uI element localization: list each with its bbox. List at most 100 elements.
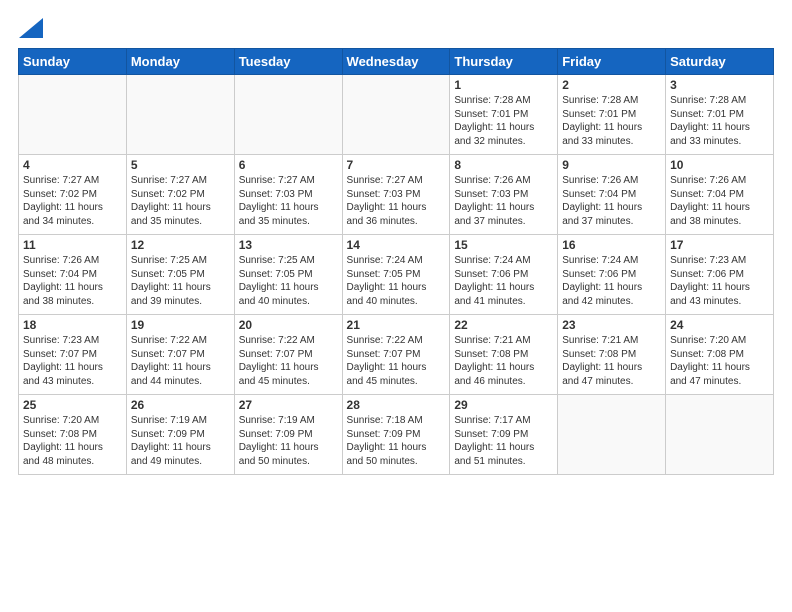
day-number: 12 bbox=[131, 238, 230, 252]
day-info: Sunrise: 7:24 AM Sunset: 7:05 PM Dayligh… bbox=[347, 254, 446, 308]
col-header-wednesday: Wednesday bbox=[342, 49, 450, 75]
logo bbox=[18, 18, 43, 38]
day-info: Sunrise: 7:21 AM Sunset: 7:08 PM Dayligh… bbox=[454, 334, 553, 388]
day-number: 21 bbox=[347, 318, 446, 332]
day-info: Sunrise: 7:24 AM Sunset: 7:06 PM Dayligh… bbox=[454, 254, 553, 308]
day-cell: 22Sunrise: 7:21 AM Sunset: 7:08 PM Dayli… bbox=[450, 315, 558, 395]
day-cell bbox=[234, 75, 342, 155]
day-cell: 19 Sunrise: 7:22 AM Sunset: 7:07 PM Dayli… bbox=[126, 315, 234, 395]
day-cell: 18 Sunrise: 7:23 AM Sunset: 7:07 PM Dayli… bbox=[19, 315, 127, 395]
day-number: 2 bbox=[562, 78, 661, 92]
day-info: Sunrise: 7:26 AM Sunset: 7:03 PM Dayligh… bbox=[454, 174, 553, 228]
day-number: 10 bbox=[670, 158, 769, 172]
col-header-saturday: Saturday bbox=[666, 49, 774, 75]
day-number: 1 bbox=[454, 78, 553, 92]
day-info: Sunrise: 7:28 AM Sunset: 7:01 PM Dayligh… bbox=[670, 94, 769, 148]
day-cell: 12 Sunrise: 7:25 AM Sunset: 7:05 PM Dayli… bbox=[126, 235, 234, 315]
day-info: Sunrise: 7:19 AM Sunset: 7:09 PM Dayligh… bbox=[131, 414, 230, 468]
day-number: 6 bbox=[239, 158, 338, 172]
day-info: Sunrise: 7:27 AM Sunset: 7:02 PM Dayligh… bbox=[23, 174, 122, 228]
day-cell: 16 Sunrise: 7:24 AM Sunset: 7:06 PM Dayli… bbox=[558, 235, 666, 315]
logo-icon bbox=[19, 18, 43, 38]
day-info: Sunrise: 7:19 AM Sunset: 7:09 PM Dayligh… bbox=[239, 414, 338, 468]
day-cell: 14 Sunrise: 7:24 AM Sunset: 7:05 PM Dayli… bbox=[342, 235, 450, 315]
day-cell bbox=[126, 75, 234, 155]
day-info: Sunrise: 7:23 AM Sunset: 7:07 PM Dayligh… bbox=[23, 334, 122, 388]
col-header-monday: Monday bbox=[126, 49, 234, 75]
day-number: 4 bbox=[23, 158, 122, 172]
day-cell: 8 Sunrise: 7:26 AM Sunset: 7:03 PM Daylig… bbox=[450, 155, 558, 235]
day-number: 29 bbox=[454, 398, 553, 412]
day-info: Sunrise: 7:27 AM Sunset: 7:03 PM Dayligh… bbox=[347, 174, 446, 228]
day-cell bbox=[342, 75, 450, 155]
day-cell: 13 Sunrise: 7:25 AM Sunset: 7:05 PM Dayli… bbox=[234, 235, 342, 315]
day-number: 20 bbox=[239, 318, 338, 332]
day-cell: 4 Sunrise: 7:27 AM Sunset: 7:02 PM Daylig… bbox=[19, 155, 127, 235]
day-number: 28 bbox=[347, 398, 446, 412]
day-info: Sunrise: 7:26 AM Sunset: 7:04 PM Dayligh… bbox=[670, 174, 769, 228]
day-number: 9 bbox=[562, 158, 661, 172]
col-header-sunday: Sunday bbox=[19, 49, 127, 75]
day-number: 18 bbox=[23, 318, 122, 332]
day-cell: 9 Sunrise: 7:26 AM Sunset: 7:04 PM Daylig… bbox=[558, 155, 666, 235]
day-info: Sunrise: 7:26 AM Sunset: 7:04 PM Dayligh… bbox=[562, 174, 661, 228]
day-cell: 7 Sunrise: 7:27 AM Sunset: 7:03 PM Daylig… bbox=[342, 155, 450, 235]
day-number: 14 bbox=[347, 238, 446, 252]
day-cell: 29 Sunrise: 7:17 AM Sunset: 7:09 PM Dayli… bbox=[450, 395, 558, 475]
day-cell: 21Sunrise: 7:22 AM Sunset: 7:07 PM Dayli… bbox=[342, 315, 450, 395]
day-cell: 3 Sunrise: 7:28 AM Sunset: 7:01 PM Daylig… bbox=[666, 75, 774, 155]
day-cell: 24 Sunrise: 7:20 AM Sunset: 7:08 PM Dayli… bbox=[666, 315, 774, 395]
day-number: 19 bbox=[131, 318, 230, 332]
week-row-4: 25Sunrise: 7:20 AM Sunset: 7:08 PM Dayli… bbox=[19, 395, 774, 475]
day-number: 8 bbox=[454, 158, 553, 172]
day-info: Sunrise: 7:25 AM Sunset: 7:05 PM Dayligh… bbox=[131, 254, 230, 308]
day-info: Sunrise: 7:28 AM Sunset: 7:01 PM Dayligh… bbox=[454, 94, 553, 148]
day-number: 13 bbox=[239, 238, 338, 252]
day-info: Sunrise: 7:20 AM Sunset: 7:08 PM Dayligh… bbox=[670, 334, 769, 388]
calendar: SundayMondayTuesdayWednesdayThursdayFrid… bbox=[18, 48, 774, 475]
col-header-tuesday: Tuesday bbox=[234, 49, 342, 75]
day-number: 3 bbox=[670, 78, 769, 92]
col-header-thursday: Thursday bbox=[450, 49, 558, 75]
day-number: 26 bbox=[131, 398, 230, 412]
week-row-0: 1 Sunrise: 7:28 AM Sunset: 7:01 PM Daylig… bbox=[19, 75, 774, 155]
day-cell: 26 Sunrise: 7:19 AM Sunset: 7:09 PM Dayli… bbox=[126, 395, 234, 475]
day-number: 25 bbox=[23, 398, 122, 412]
day-cell: 25Sunrise: 7:20 AM Sunset: 7:08 PM Dayli… bbox=[19, 395, 127, 475]
day-cell: 11Sunrise: 7:26 AM Sunset: 7:04 PM Dayli… bbox=[19, 235, 127, 315]
day-info: Sunrise: 7:27 AM Sunset: 7:02 PM Dayligh… bbox=[131, 174, 230, 228]
week-row-3: 18 Sunrise: 7:23 AM Sunset: 7:07 PM Dayli… bbox=[19, 315, 774, 395]
day-cell: 15 Sunrise: 7:24 AM Sunset: 7:06 PM Dayli… bbox=[450, 235, 558, 315]
day-info: Sunrise: 7:18 AM Sunset: 7:09 PM Dayligh… bbox=[347, 414, 446, 468]
day-cell: 28 Sunrise: 7:18 AM Sunset: 7:09 PM Dayli… bbox=[342, 395, 450, 475]
day-info: Sunrise: 7:23 AM Sunset: 7:06 PM Dayligh… bbox=[670, 254, 769, 308]
day-cell bbox=[558, 395, 666, 475]
day-info: Sunrise: 7:22 AM Sunset: 7:07 PM Dayligh… bbox=[131, 334, 230, 388]
day-info: Sunrise: 7:25 AM Sunset: 7:05 PM Dayligh… bbox=[239, 254, 338, 308]
page: SundayMondayTuesdayWednesdayThursdayFrid… bbox=[0, 0, 792, 485]
day-cell: 23 Sunrise: 7:21 AM Sunset: 7:08 PM Dayli… bbox=[558, 315, 666, 395]
day-cell: 1 Sunrise: 7:28 AM Sunset: 7:01 PM Daylig… bbox=[450, 75, 558, 155]
day-number: 5 bbox=[131, 158, 230, 172]
day-cell: 20 Sunrise: 7:22 AM Sunset: 7:07 PM Dayli… bbox=[234, 315, 342, 395]
day-cell bbox=[666, 395, 774, 475]
day-cell bbox=[19, 75, 127, 155]
day-cell: 6Sunrise: 7:27 AM Sunset: 7:03 PM Daylig… bbox=[234, 155, 342, 235]
day-info: Sunrise: 7:22 AM Sunset: 7:07 PM Dayligh… bbox=[239, 334, 338, 388]
day-cell: 27Sunrise: 7:19 AM Sunset: 7:09 PM Dayli… bbox=[234, 395, 342, 475]
day-info: Sunrise: 7:24 AM Sunset: 7:06 PM Dayligh… bbox=[562, 254, 661, 308]
day-info: Sunrise: 7:17 AM Sunset: 7:09 PM Dayligh… bbox=[454, 414, 553, 468]
day-number: 24 bbox=[670, 318, 769, 332]
day-cell: 2Sunrise: 7:28 AM Sunset: 7:01 PM Daylig… bbox=[558, 75, 666, 155]
col-header-friday: Friday bbox=[558, 49, 666, 75]
header bbox=[18, 18, 774, 38]
day-info: Sunrise: 7:21 AM Sunset: 7:08 PM Dayligh… bbox=[562, 334, 661, 388]
day-cell: 5 Sunrise: 7:27 AM Sunset: 7:02 PM Daylig… bbox=[126, 155, 234, 235]
day-number: 15 bbox=[454, 238, 553, 252]
day-number: 23 bbox=[562, 318, 661, 332]
day-number: 16 bbox=[562, 238, 661, 252]
week-row-2: 11Sunrise: 7:26 AM Sunset: 7:04 PM Dayli… bbox=[19, 235, 774, 315]
calendar-header-row: SundayMondayTuesdayWednesdayThursdayFrid… bbox=[19, 49, 774, 75]
day-number: 7 bbox=[347, 158, 446, 172]
day-number: 17 bbox=[670, 238, 769, 252]
